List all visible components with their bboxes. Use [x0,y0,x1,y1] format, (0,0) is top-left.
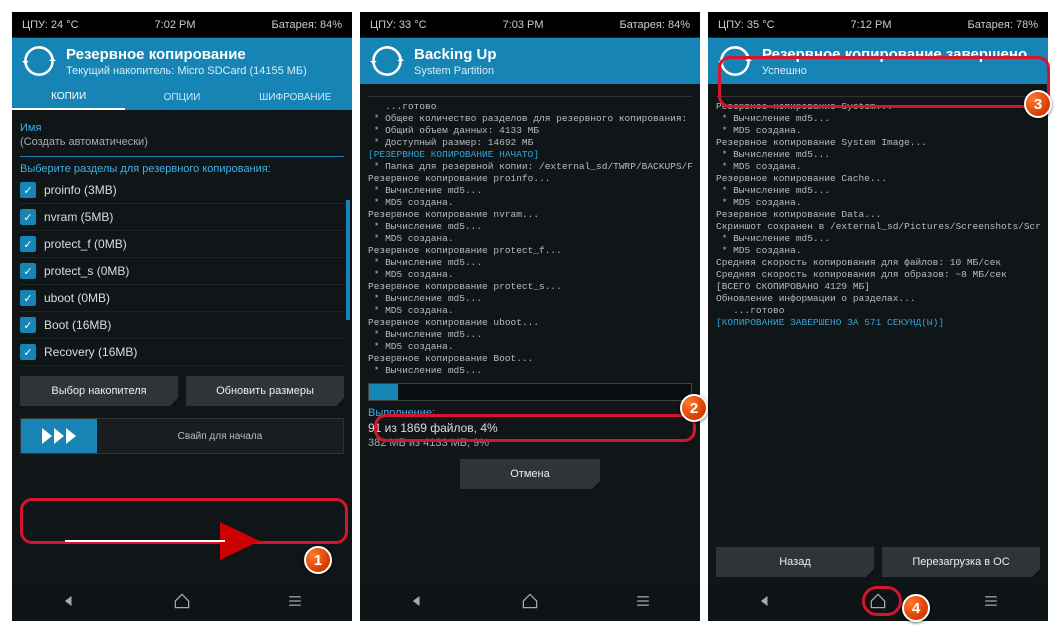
clock: 7:12 PM [851,19,892,31]
cpu-temp: ЦПУ: 35 °С [718,19,775,31]
progress-line-2: 382 МБ из 4133 МБ, 9% [368,437,692,449]
battery: Батарея: 78% [968,19,1038,31]
battery: Батарея: 84% [620,19,690,31]
partition-item[interactable]: ✓ Recovery (16MB) [20,339,344,366]
partition-item[interactable]: ✓ uboot (0MB) [20,285,344,312]
status-bar: ЦПУ: 33 °С 7:03 PM Батарея: 84% [360,12,700,38]
header-title: Backing Up [414,46,497,63]
reboot-os-button[interactable]: Перезагрузка в ОС [882,547,1040,577]
progress-line-1: 91 из 1869 файлов, 4% [368,421,692,435]
button-row: Выбор накопителя Обновить размеры [20,376,344,406]
tabs: КОПИИОПЦИИШИФРОВАНИЕ [12,84,352,110]
swipe-label: Свайп для начала [97,431,343,442]
partition-item[interactable]: ✓ Boot (16MB) [20,312,344,339]
clock: 7:03 PM [503,19,544,31]
back-icon[interactable] [59,591,79,616]
chevron-right-icon [42,428,52,444]
partition-item[interactable]: ✓ proinfo (3MB) [20,177,344,204]
header-text: Резервное копирование Текущий накопитель… [66,46,307,77]
log-output: Резервное копирование System... * Вычисл… [716,101,1040,547]
tab-шифрование[interactable]: ШИФРОВАНИЕ [239,84,352,110]
home-icon[interactable] [172,591,192,616]
divider [20,156,344,157]
checkbox-icon[interactable]: ✓ [20,236,36,252]
twrp-header: Резервное копирование Текущий накопитель… [12,38,352,84]
menu-icon[interactable] [633,591,653,616]
partition-label: Recovery (16MB) [44,345,137,359]
refresh-sizes-button[interactable]: Обновить размеры [186,376,344,406]
name-label: Имя [20,122,344,134]
status-bar: ЦПУ: 35 °С 7:12 PM Батарея: 78% [708,12,1048,38]
progress-fill [369,384,398,400]
cpu-temp: ЦПУ: 33 °С [370,19,427,31]
header-text: Резервное копирование завершено Успешно [762,46,1027,77]
phone-screen-3: ЦПУ: 35 °С 7:12 PM Батарея: 78% Резервно… [708,12,1048,621]
back-icon[interactable] [407,591,427,616]
checkbox-icon[interactable]: ✓ [20,182,36,198]
swipe-handle[interactable] [21,419,97,453]
battery: Батарея: 84% [272,19,342,31]
partition-label: proinfo (3MB) [44,183,117,197]
body-area: Резервное копирование System... * Вычисл… [708,84,1048,585]
partition-item[interactable]: ✓ nvram (5MB) [20,204,344,231]
checkbox-icon[interactable]: ✓ [20,344,36,360]
home-icon[interactable] [520,591,540,616]
header-subtitle: Успешно [762,65,1027,77]
twrp-logo-icon [22,44,56,78]
checkbox-icon[interactable]: ✓ [20,290,36,306]
header-text: Backing Up System Partition [414,46,497,77]
tab-опции[interactable]: ОПЦИИ [125,84,238,110]
checkbox-icon[interactable]: ✓ [20,263,36,279]
name-input[interactable]: (Создать автоматически) [20,136,344,148]
back-icon[interactable] [755,591,775,616]
nav-bar [12,585,352,621]
status-bar: ЦПУ: 24 °С 7:02 PM Батарея: 84% [12,12,352,38]
divider [368,96,692,97]
header-title: Резервное копирование [66,46,307,63]
header-subtitle: Текущий накопитель: Micro SDCard (14155 … [66,65,307,77]
partition-label: protect_s (0MB) [44,264,129,278]
progress-bar [368,383,692,401]
home-icon[interactable] [868,591,888,616]
swipe-slider[interactable]: Свайп для начала [20,418,344,454]
divider [716,96,1040,97]
header-subtitle: System Partition [414,65,497,77]
stage: ЦПУ: 24 °С 7:02 PM Батарея: 84% Резервно… [0,0,1064,633]
button-row: Назад Перезагрузка в ОС [716,547,1040,577]
log-output: ...готово * Общее количество разделов дл… [368,101,692,377]
nav-bar [360,585,700,621]
phone-screen-1: ЦПУ: 24 °С 7:02 PM Батарея: 84% Резервно… [12,12,352,621]
header-title: Резервное копирование завершено [762,46,1027,63]
checkbox-icon[interactable]: ✓ [20,209,36,225]
menu-icon[interactable] [981,591,1001,616]
back-button[interactable]: Назад [716,547,874,577]
checkbox-icon[interactable]: ✓ [20,317,36,333]
clock: 7:02 PM [155,19,196,31]
partition-item[interactable]: ✓ protect_f (0MB) [20,231,344,258]
select-partitions-label: Выберите разделы для резервного копирова… [20,163,344,175]
twrp-header: Backing Up System Partition [360,38,700,84]
twrp-logo-icon [718,44,752,78]
chevron-right-icon [66,428,76,444]
partition-label: uboot (0MB) [44,291,110,305]
body-area: Имя (Создать автоматически) Выберите раз… [12,110,352,585]
cancel-button[interactable]: Отмена [460,459,600,489]
scrollbar[interactable] [346,200,350,320]
partition-label: nvram (5MB) [44,210,113,224]
chevron-right-icon [54,428,64,444]
partition-list[interactable]: ✓ proinfo (3MB) ✓ nvram (5MB) ✓ protect_f (0M… [20,177,344,366]
storage-button[interactable]: Выбор накопителя [20,376,178,406]
execution-label: Выполнение: [368,407,692,419]
tab-копии[interactable]: КОПИИ [12,84,125,110]
nav-bar [708,585,1048,621]
body-area: ...готово * Общее количество разделов дл… [360,84,700,585]
phone-screen-2: ЦПУ: 33 °С 7:03 PM Батарея: 84% Backing … [360,12,700,621]
cpu-temp: ЦПУ: 24 °С [22,19,79,31]
menu-icon[interactable] [285,591,305,616]
twrp-header: Резервное копирование завершено Успешно [708,38,1048,84]
partition-label: protect_f (0MB) [44,237,127,251]
partition-label: Boot (16MB) [44,318,111,332]
partition-item[interactable]: ✓ protect_s (0MB) [20,258,344,285]
twrp-logo-icon [370,44,404,78]
